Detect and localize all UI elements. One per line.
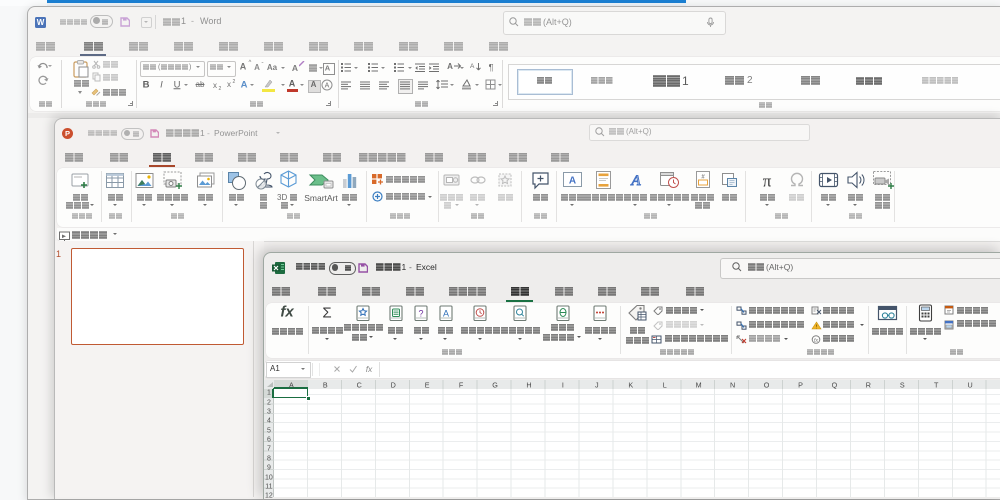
svg-text:Z: Z — [470, 67, 474, 72]
svg-text:P: P — [64, 129, 69, 138]
svg-text:A: A — [630, 173, 641, 189]
svg-text:A: A — [443, 308, 449, 318]
svg-text:A: A — [470, 63, 475, 70]
svg-text:A: A — [325, 83, 330, 90]
svg-text:#: # — [701, 175, 705, 181]
svg-text:?: ? — [418, 308, 423, 318]
svg-text:fx: fx — [814, 338, 819, 344]
svg-text:A: A — [569, 176, 576, 187]
